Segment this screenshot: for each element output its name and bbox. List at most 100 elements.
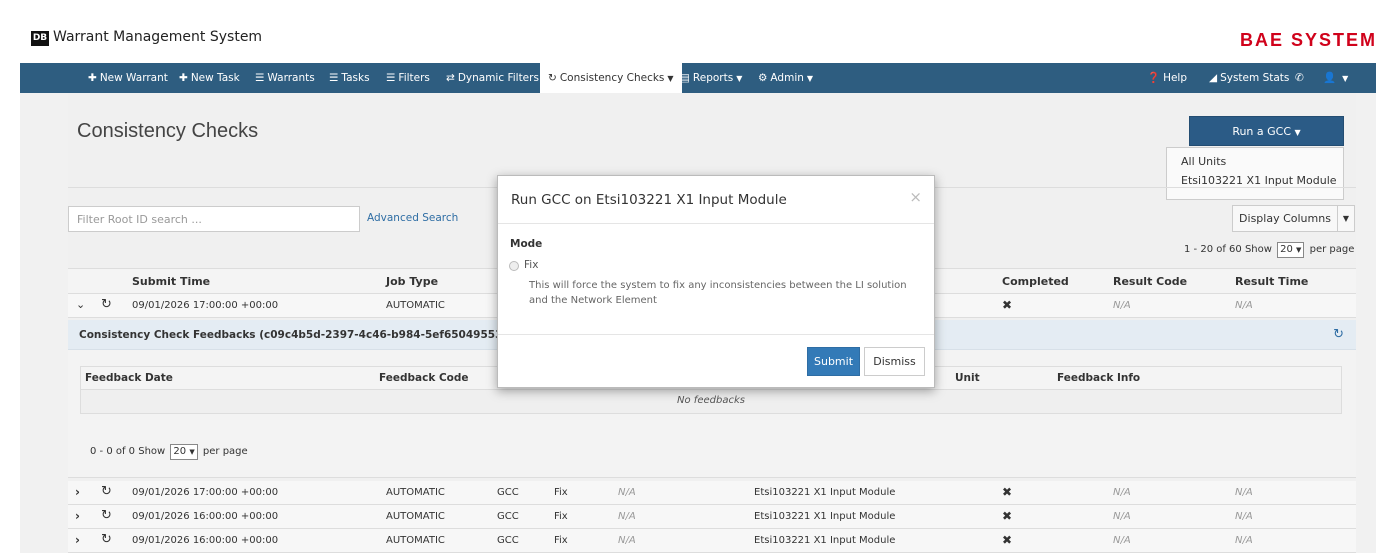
cell-check: GCC	[497, 511, 519, 522]
app-logo: DB	[31, 31, 49, 46]
nav-warrants[interactable]: ☰ Warrants	[255, 63, 315, 93]
refresh-icon[interactable]: ↻	[1333, 327, 1344, 342]
list-icon: ☰	[255, 72, 265, 84]
feedback-empty-message: No feedbacks	[80, 390, 1342, 414]
app-title: Warrant Management System	[53, 29, 263, 45]
phone-icon[interactable]: ✆	[1295, 63, 1304, 93]
cell-mode: Fix	[554, 487, 568, 498]
fix-radio[interactable]	[509, 261, 519, 271]
cell-completed: ✖	[1002, 298, 1013, 312]
refresh-icon[interactable]: ↻	[101, 508, 112, 523]
col-result-time[interactable]: Result Time	[1235, 275, 1308, 288]
cell-result-time: N/A	[1235, 300, 1253, 311]
nav-filters[interactable]: ☰ Filters	[386, 63, 430, 93]
display-columns-button[interactable]: Display Columns	[1232, 205, 1338, 232]
cell-submit-time: 09/01/2026 17:00:00 +00:00	[132, 487, 279, 498]
page-size-select[interactable]: 20 ▼	[1277, 242, 1305, 258]
advanced-search-link[interactable]: Advanced Search	[367, 212, 458, 224]
col-job-type[interactable]: Job Type	[386, 275, 438, 288]
table-row[interactable]: › ↻ 09/01/2026 17:00:00 +00:00 AUTOMATIC…	[68, 481, 1356, 505]
modal-title: Run GCC on Etsi103221 X1 Input Module	[511, 192, 787, 208]
chevron-down-icon: ▼	[736, 74, 743, 83]
col-feedback-date[interactable]: Feedback Date	[85, 372, 173, 384]
table-row[interactable]: › ↻ 09/01/2026 16:00:00 +00:00 AUTOMATIC…	[68, 505, 1356, 529]
cell-root: N/A	[618, 511, 636, 522]
cell-completed: ✖	[1002, 485, 1013, 499]
menu-item-all-units[interactable]: All Units	[1167, 152, 1343, 171]
user-icon: 👤	[1323, 72, 1337, 84]
app-header: DB Warrant Management System BAE SYSTEMS	[20, 14, 1376, 64]
list-icon: ☰	[386, 72, 396, 84]
close-icon[interactable]: ×	[909, 188, 922, 206]
nav-dynamic-filters[interactable]: ⇄ Dynamic Filters	[446, 63, 539, 93]
cell-mode: Fix	[554, 535, 568, 546]
pager-suffix: per page	[202, 446, 248, 457]
cell-root: N/A	[618, 535, 636, 546]
cell-result-time: N/A	[1235, 511, 1253, 522]
nav-new-warrant[interactable]: ✚ New Warrant	[88, 63, 168, 93]
run-gcc-menu: All Units Etsi103221 X1 Input Module	[1166, 147, 1344, 200]
pager-range: 1 - 20 of 60 Show	[1184, 244, 1272, 255]
report-icon: ▤	[680, 72, 690, 84]
dismiss-button[interactable]: Dismiss	[864, 347, 925, 376]
refresh-icon: ↻	[548, 72, 557, 84]
chevron-right-icon[interactable]: ›	[75, 485, 80, 499]
chevron-down-icon: ▼	[189, 448, 195, 456]
table-row[interactable]: › ↻ 09/01/2026 16:00:00 +00:00 AUTOMATIC…	[68, 529, 1356, 553]
page-title: Consistency Checks	[77, 120, 259, 142]
brand-logo: BAE SYSTEMS	[1240, 30, 1376, 50]
fix-help-text: This will force the system to fix any in…	[529, 280, 907, 306]
cell-job-type: AUTOMATIC	[386, 535, 445, 546]
cell-job-type: AUTOMATIC	[386, 511, 445, 522]
cell-unit: Etsi103221 X1 Input Module	[754, 487, 896, 498]
cell-check: GCC	[497, 535, 519, 546]
user-menu[interactable]: 👤 ▼	[1323, 63, 1348, 93]
cell-completed: ✖	[1002, 533, 1013, 547]
col-submit-time[interactable]: Submit Time	[132, 275, 210, 288]
cell-unit: Etsi103221 X1 Input Module	[754, 535, 896, 546]
col-feedback-info[interactable]: Feedback Info	[1057, 372, 1140, 384]
refresh-icon[interactable]: ↻	[101, 532, 112, 547]
mode-label: Mode	[510, 238, 543, 250]
help-icon: ❓	[1147, 72, 1161, 84]
nav-reports[interactable]: ▤ Reports ▼	[680, 63, 742, 93]
filter-root-id-input[interactable]	[68, 206, 360, 232]
chevron-right-icon[interactable]: ›	[75, 509, 80, 523]
chevron-right-icon[interactable]: ›	[75, 533, 80, 547]
submit-button[interactable]: Submit	[807, 347, 860, 376]
gear-icon: ⚙	[758, 72, 768, 84]
nav-help[interactable]: ❓ Help	[1147, 63, 1187, 93]
cell-result-time: N/A	[1235, 487, 1253, 498]
nav-tasks[interactable]: ☰ Tasks	[329, 63, 370, 93]
run-gcc-button[interactable]: Run a GCC ▼	[1189, 116, 1344, 146]
col-unit[interactable]: Unit	[955, 372, 980, 384]
plus-icon: ✚	[179, 72, 188, 84]
col-result-code[interactable]: Result Code	[1113, 275, 1187, 288]
cell-mode: Fix	[554, 511, 568, 522]
page-size-select[interactable]: 20 ▼	[170, 444, 198, 460]
cell-root: N/A	[618, 487, 636, 498]
feedback-pager: 0 - 0 of 0 Show 20 ▼ per page	[90, 444, 248, 460]
chevron-down-icon[interactable]: ▼	[1337, 205, 1355, 232]
cell-submit-time: 09/01/2026 17:00:00 +00:00	[132, 300, 279, 311]
nav-new-task[interactable]: ✚ New Task	[179, 63, 240, 93]
col-feedback-code[interactable]: Feedback Code	[379, 372, 469, 384]
cell-result-code: N/A	[1113, 487, 1131, 498]
cell-result-code: N/A	[1113, 511, 1131, 522]
feedback-title: Consistency Check Feedbacks (c09c4b5d-23…	[79, 329, 515, 341]
refresh-icon[interactable]: ↻	[101, 484, 112, 499]
nav-admin[interactable]: ⚙ Admin ▼	[758, 63, 813, 93]
plus-icon: ✚	[88, 72, 97, 84]
chevron-down-icon[interactable]: ⌄	[76, 298, 85, 311]
col-completed[interactable]: Completed	[1002, 275, 1069, 288]
cell-job-type: AUTOMATIC	[386, 487, 445, 498]
pager-range: 0 - 0 of 0 Show	[90, 446, 166, 457]
nav-system-stats[interactable]: ◢ System Stats	[1209, 63, 1289, 93]
cell-job-type: AUTOMATIC	[386, 300, 445, 311]
chevron-down-icon: ▼	[806, 74, 814, 83]
refresh-icon[interactable]: ↻	[101, 297, 112, 312]
fix-radio-label[interactable]: Fix	[524, 259, 538, 271]
navbar: ✚ New Warrant ✚ New Task ☰ Warrants ☰ Tasks …	[20, 63, 1376, 93]
nav-consistency-checks[interactable]: ↻ Consistency Checks ▼	[540, 63, 682, 93]
chevron-down-icon: ▼	[667, 74, 674, 83]
